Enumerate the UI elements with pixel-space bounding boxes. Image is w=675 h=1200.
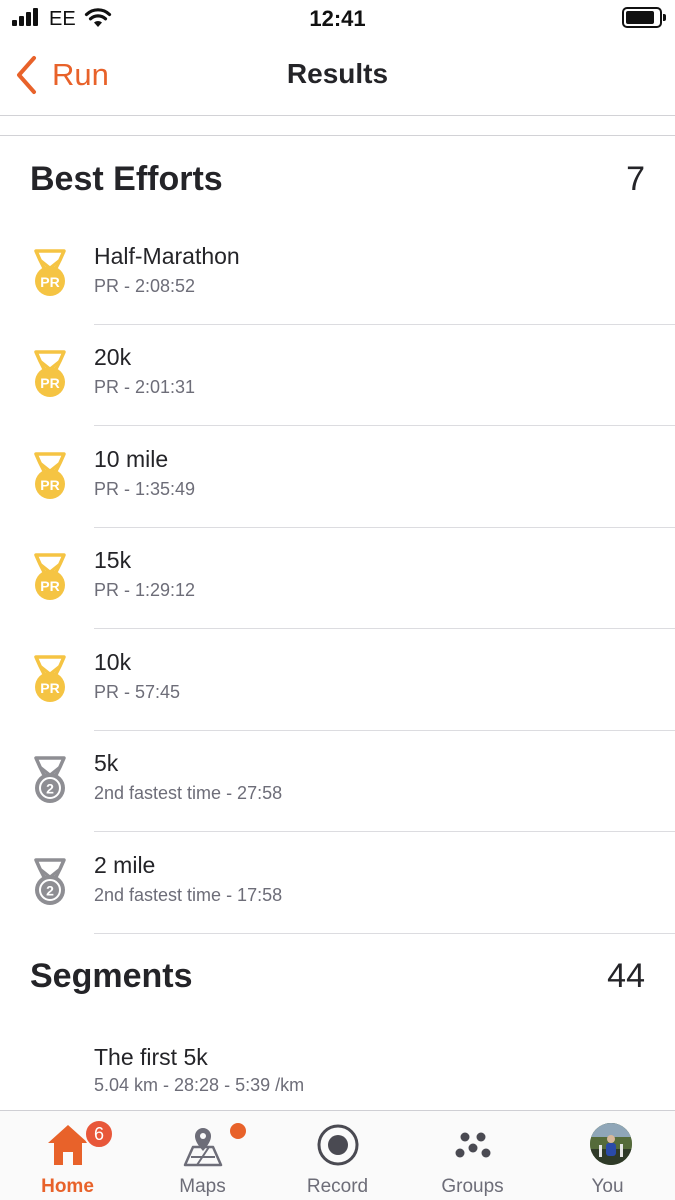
divider xyxy=(94,933,675,934)
effort-title: 5k xyxy=(94,750,119,776)
svg-text:PR: PR xyxy=(40,680,59,696)
tab-label: You xyxy=(591,1176,624,1197)
segment-title: The first 5k xyxy=(94,1044,208,1070)
list-item[interactable]: 2 2 mile 2nd fastest time - 17:58 xyxy=(0,832,675,934)
tab-bar: 6 Home Maps Record Groups You xyxy=(0,1110,675,1200)
status-bar: EE 12:41 xyxy=(0,0,675,38)
svg-text:2: 2 xyxy=(46,781,54,797)
tab-groups[interactable]: Groups xyxy=(405,1111,540,1200)
section-title: Segments xyxy=(30,957,193,995)
list-item[interactable]: PR 10k PR - 57:45 xyxy=(0,629,675,731)
svg-text:2: 2 xyxy=(46,883,54,899)
effort-subtitle: 2nd fastest time - 17:58 xyxy=(94,885,283,905)
groups-icon xyxy=(455,1132,491,1158)
effort-subtitle: PR - 1:29:12 xyxy=(94,580,196,600)
svg-text:PR: PR xyxy=(40,274,59,290)
tab-label: Maps xyxy=(179,1176,226,1197)
best-efforts-header: Best Efforts 7 xyxy=(30,160,645,204)
tab-maps[interactable]: Maps xyxy=(135,1111,270,1200)
divider xyxy=(0,135,675,136)
list-item[interactable]: 2 5k 2nd fastest time - 27:58 xyxy=(0,730,675,832)
section-title: Best Efforts xyxy=(30,160,223,198)
second-place-medal-icon: 2 xyxy=(34,756,66,803)
svg-text:PR: PR xyxy=(40,578,59,594)
tab-record[interactable]: Record xyxy=(270,1111,405,1200)
pr-medal-icon: PR xyxy=(34,655,66,702)
list-item[interactable]: PR 15k PR - 1:29:12 xyxy=(0,527,675,629)
pr-medal-icon: PR xyxy=(34,249,66,296)
tab-home[interactable]: 6 Home xyxy=(0,1111,135,1200)
segment-subtitle: 5.04 km - 28:28 - 5:39 /km xyxy=(94,1075,305,1095)
effort-subtitle: PR - 2:08:52 xyxy=(94,276,196,296)
effort-title: 2 mile xyxy=(94,852,156,878)
pr-medal-icon: PR xyxy=(34,452,66,499)
effort-title: 10 mile xyxy=(94,446,169,472)
section-count: 44 xyxy=(607,957,645,995)
notification-badge: 6 xyxy=(84,1119,114,1149)
tab-you[interactable]: You xyxy=(540,1111,675,1200)
effort-subtitle: PR - 2:01:31 xyxy=(94,377,196,397)
effort-subtitle: 2nd fastest time - 27:58 xyxy=(94,783,283,803)
segments-header: Segments 44 xyxy=(30,957,645,1001)
list-item[interactable]: PR 20k PR - 2:01:31 xyxy=(0,324,675,426)
pr-medal-icon: PR xyxy=(34,350,66,397)
effort-title: 10k xyxy=(94,649,132,675)
svg-text:PR: PR xyxy=(40,375,59,391)
list-item[interactable]: PR Half-Marathon PR - 2:08:52 xyxy=(0,223,675,325)
second-place-medal-icon: 2 xyxy=(34,858,66,905)
battery-icon xyxy=(622,7,666,28)
effort-title: Half-Marathon xyxy=(94,243,240,269)
list-item[interactable]: PR 10 mile PR - 1:35:49 xyxy=(0,426,675,528)
effort-subtitle: PR - 57:45 xyxy=(94,682,181,702)
section-count: 7 xyxy=(626,160,645,198)
effort-title: 20k xyxy=(94,344,132,370)
svg-text:PR: PR xyxy=(40,477,59,493)
clock: 12:41 xyxy=(309,6,366,31)
record-icon xyxy=(317,1124,359,1166)
tab-label: Groups xyxy=(441,1176,504,1197)
nav-bar: Run Results xyxy=(0,38,675,116)
segment-item[interactable]: The first 5k 5.04 km - 28:28 - 5:39 /km xyxy=(0,1030,675,1110)
maps-icon xyxy=(183,1128,223,1167)
page-title: Results xyxy=(286,58,389,89)
new-indicator-dot xyxy=(230,1123,246,1139)
effort-subtitle: PR - 1:35:49 xyxy=(94,479,196,499)
avatar xyxy=(590,1123,632,1165)
tab-label: Record xyxy=(306,1176,369,1197)
effort-title: 15k xyxy=(94,547,132,573)
tab-label: Home xyxy=(41,1176,94,1197)
pr-medal-icon: PR xyxy=(34,553,66,600)
